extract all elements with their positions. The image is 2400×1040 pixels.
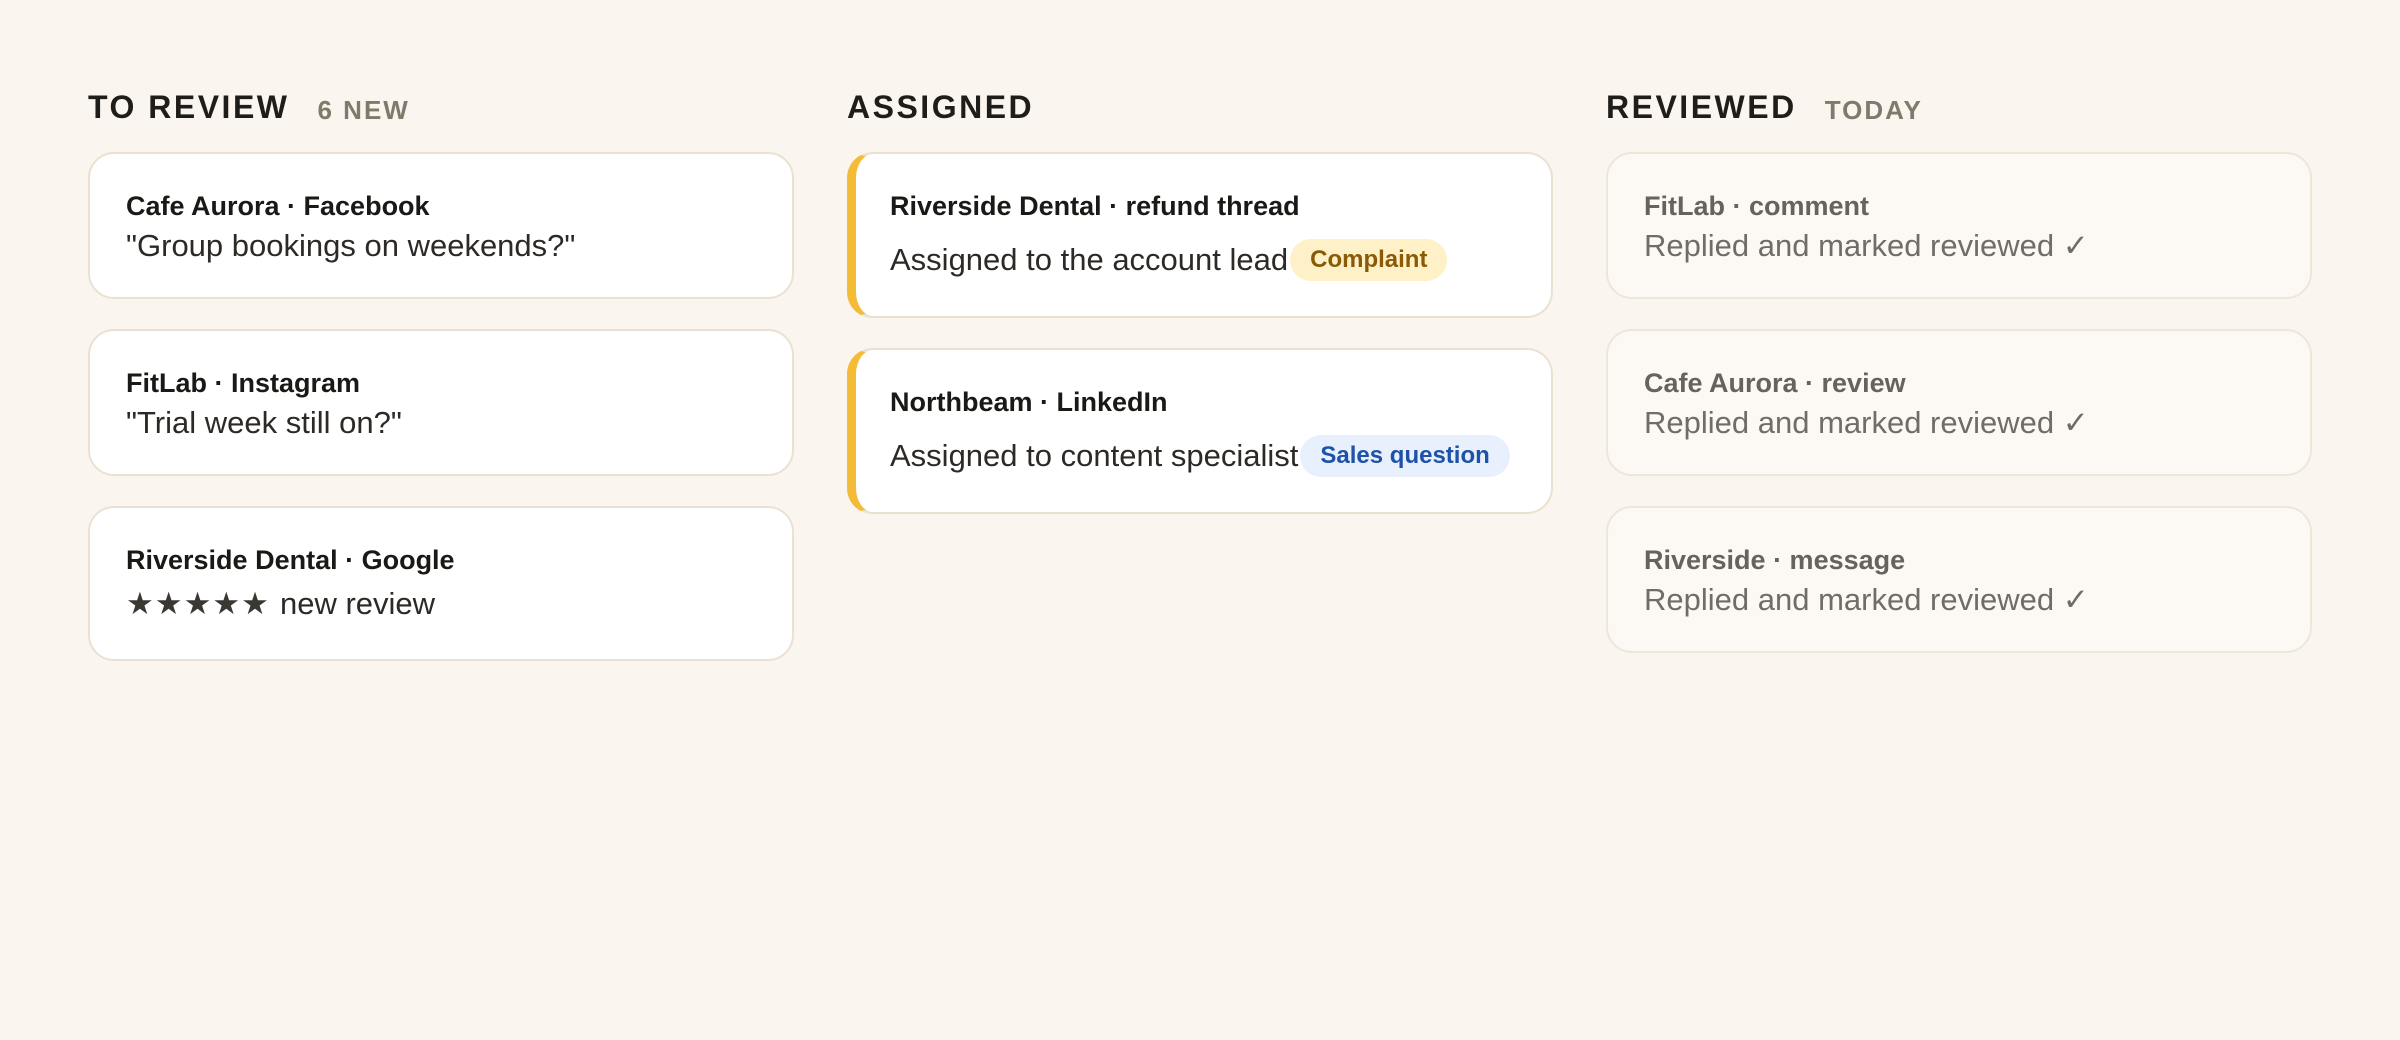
reviewed-card[interactable]: FitLab · comment Replied and marked revi… (1606, 152, 2312, 299)
assignment-text: Assigned to the account lead (890, 242, 1289, 277)
card-message: "Trial week still on?" (126, 405, 402, 440)
card-title: Northbeam · LinkedIn (890, 387, 1168, 417)
sales-question-tag: Sales question (1300, 435, 1510, 477)
card-title: FitLab · comment (1644, 191, 1870, 221)
card-message: "Group bookings on weekends?" (126, 228, 576, 263)
card-assignment: Assigned to the account lead Complaint (890, 239, 1515, 281)
column-to-review: TO REVIEW 6 NEW Cafe Aurora · Facebook "… (88, 84, 794, 691)
review-card[interactable]: Riverside Dental · Google ★★★★★ new revie… (88, 506, 794, 661)
reviewed-card[interactable]: Riverside · message Replied and marked r… (1606, 506, 2312, 653)
card-title: Riverside · message (1644, 545, 1906, 575)
column-reviewed: REVIEWED TODAY FitLab · comment Replied … (1606, 84, 2312, 691)
star-rating-icon: ★★★★★ (126, 586, 270, 621)
card-message: new review (279, 586, 436, 621)
column-header: TO REVIEW 6 NEW (88, 84, 794, 130)
reviewed-card[interactable]: Cafe Aurora · review Replied and marked … (1606, 329, 2312, 476)
message-card[interactable]: Cafe Aurora · Facebook "Group bookings o… (88, 152, 794, 299)
message-card[interactable]: FitLab · Instagram "Trial week still on?… (88, 329, 794, 476)
date-label: TODAY (1824, 94, 1923, 125)
card-assignment: Assigned to content specialist Sales que… (890, 435, 1515, 477)
card-title: Cafe Aurora · Facebook (126, 191, 430, 221)
card-title: FitLab · Instagram (126, 368, 361, 398)
complaint-tag: Complaint (1290, 239, 1448, 281)
assigned-card[interactable]: Northbeam · LinkedIn Assigned to content… (847, 348, 1553, 514)
column-assigned: ASSIGNED Riverside Dental · refund threa… (847, 84, 1553, 691)
card-status: Replied and marked reviewed ✓ (1644, 405, 2089, 440)
column-title: REVIEWED (1606, 88, 1797, 125)
card-title: Riverside Dental · refund thread (890, 191, 1300, 221)
card-status: Replied and marked reviewed ✓ (1644, 228, 2089, 263)
card-review-line: ★★★★★ new review (126, 583, 756, 625)
assigned-card[interactable]: Riverside Dental · refund thread Assigne… (847, 152, 1553, 318)
column-header: REVIEWED TODAY (1606, 84, 2312, 130)
card-title: Cafe Aurora · review (1644, 368, 1906, 398)
new-count-badge: 6 NEW (317, 94, 410, 125)
card-title: Riverside Dental · Google (126, 545, 455, 575)
column-header: ASSIGNED (847, 84, 1553, 130)
card-status: Replied and marked reviewed ✓ (1644, 582, 2089, 617)
column-title: TO REVIEW (88, 88, 290, 125)
column-title: ASSIGNED (847, 88, 1035, 125)
assignment-text: Assigned to content specialist (890, 438, 1299, 473)
kanban-board: TO REVIEW 6 NEW Cafe Aurora · Facebook "… (88, 84, 2313, 691)
